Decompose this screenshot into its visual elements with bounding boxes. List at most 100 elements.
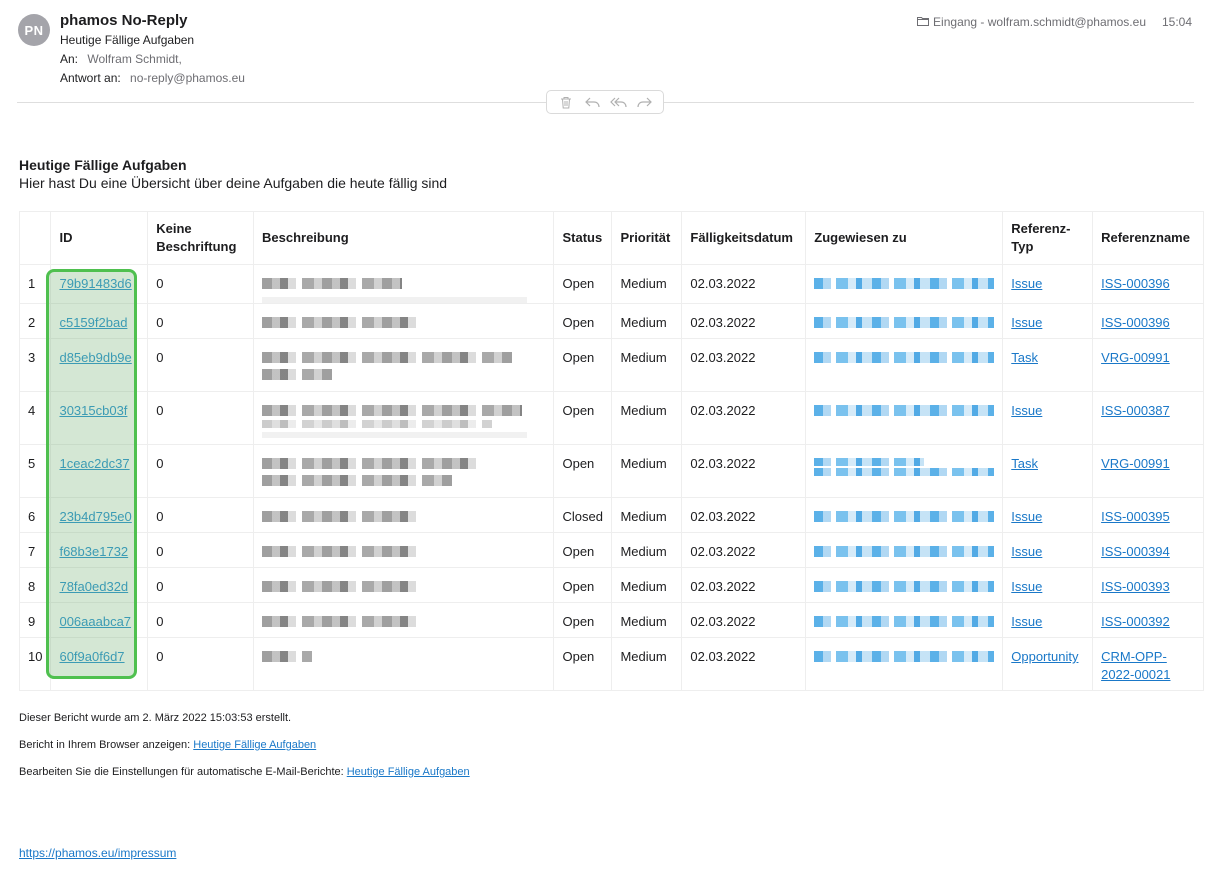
id-cell: 60f9a0f6d7 [50,637,149,691]
forward-icon[interactable] [634,93,654,111]
keine-beschriftung-cell: 0 [147,391,254,445]
faelligkeitsdatum-cell: 02.03.2022 [681,338,807,392]
status-cell: Open [553,637,613,691]
zugewiesen-cell [805,391,1004,445]
trash-icon[interactable] [556,93,576,111]
referenzname-link[interactable]: VRG-00991 [1101,456,1170,471]
message-subject: Heutige Fällige Aufgaben [60,33,195,47]
keine-beschriftung-cell: 0 [147,444,254,498]
keine-beschriftung-cell: 0 [147,637,254,691]
task-id-link[interactable]: 79b91483d6 [59,276,131,291]
task-id-link[interactable]: c5159f2bad [59,315,127,330]
table-row: 10 60f9a0f6d7 0 Open Medium 02.03.2022 O… [18,637,1204,691]
referenzname-link[interactable]: ISS-000396 [1101,315,1170,330]
redacted-assignee [814,352,995,363]
id-cell: f68b3e1732 [50,532,149,568]
settings-note: Bearbeiten Sie die Einstellungen für aut… [19,766,470,779]
redacted-description [262,317,422,328]
redacted-description [262,432,527,438]
prioritaet-cell: Medium [611,303,683,339]
referenz-typ-cell: Issue [1002,567,1094,603]
mailbox-label: Eingang - wolfram.schmidt@phamos.eu [933,15,1146,29]
prioritaet-cell: Medium [611,497,683,533]
referenzname-link[interactable]: VRG-00991 [1101,350,1170,365]
task-id-link[interactable]: 1ceac2dc37 [59,456,129,471]
id-cell: d85eb9db9e [50,338,149,392]
faelligkeitsdatum-cell: 02.03.2022 [681,264,807,304]
referenz-typ-link[interactable]: Task [1011,456,1038,471]
task-id-link[interactable]: 006aaabca7 [59,614,131,629]
task-id-link[interactable]: 78fa0ed32d [59,579,128,594]
id-cell: 1ceac2dc37 [50,444,149,498]
referenz-typ-link[interactable]: Issue [1011,614,1042,629]
task-id-link[interactable]: f68b3e1732 [59,544,128,559]
zugewiesen-cell [805,532,1004,568]
impressum: https://phamos.eu/impressum [19,846,176,860]
referenz-typ-link[interactable]: Issue [1011,509,1042,524]
redacted-assignee [814,616,995,627]
referenz-typ-link[interactable]: Opportunity [1011,649,1078,664]
row-number: 1 [18,264,52,304]
settings-report-link[interactable]: Heutige Fällige Aufgaben [347,766,470,778]
zugewiesen-cell [805,444,1004,498]
redacted-assignee [814,546,995,557]
to-recipient[interactable]: Wolfram Schmidt, [87,52,181,66]
referenzname-link[interactable]: ISS-000394 [1101,544,1170,559]
status-cell: Open [553,338,613,392]
header-beschreibung: Beschreibung [252,211,555,265]
reply-icon[interactable] [582,93,602,111]
referenz-typ-link[interactable]: Issue [1011,315,1042,330]
zugewiesen-cell [805,637,1004,691]
redacted-assignee [814,651,995,662]
prioritaet-cell: Medium [611,637,683,691]
header-keine-beschriftung: Keine Beschriftung [147,211,254,265]
prioritaet-cell: Medium [611,567,683,603]
redacted-assignee [814,317,995,328]
table-row: 1 79b91483d6 0 Open Medium 02.03.2022 Is… [18,264,1204,304]
referenz-typ-link[interactable]: Issue [1011,579,1042,594]
id-cell: c5159f2bad [50,303,149,339]
redacted-description [262,458,482,469]
referenz-typ-link[interactable]: Issue [1011,276,1042,291]
referenzname-cell: ISS-000394 [1092,532,1204,568]
referenzname-link[interactable]: ISS-000387 [1101,403,1170,418]
referenzname-link[interactable]: ISS-000393 [1101,579,1170,594]
referenzname-cell: VRG-00991 [1092,338,1204,392]
redacted-description [262,475,452,486]
referenz-typ-link[interactable]: Issue [1011,544,1042,559]
redacted-assignee [814,405,995,416]
reply-to-address[interactable]: no-reply@phamos.eu [130,71,245,85]
referenzname-link[interactable]: CRM-OPP-2022-00021 [1101,649,1170,682]
faelligkeitsdatum-cell: 02.03.2022 [681,497,807,533]
mailbox-indicator: Eingang - wolfram.schmidt@phamos.eu [917,15,1146,29]
task-id-link[interactable]: 30315cb03f [59,403,127,418]
beschreibung-cell [252,444,555,498]
referenz-typ-cell: Task [1002,338,1094,392]
browser-report-link[interactable]: Heutige Fällige Aufgaben [193,739,316,751]
task-id-link[interactable]: d85eb9db9e [59,350,131,365]
referenzname-link[interactable]: ISS-000392 [1101,614,1170,629]
reply-to-line: Antwort an: no-reply@phamos.eu [60,71,245,85]
avatar: PN [18,14,50,46]
referenzname-link[interactable]: ISS-000396 [1101,276,1170,291]
status-cell: Open [553,602,613,638]
beschreibung-cell [252,303,555,339]
reply-all-icon[interactable] [608,93,628,111]
impressum-link[interactable]: https://phamos.eu/impressum [19,846,176,860]
beschreibung-cell [252,497,555,533]
reply-to-label: Antwort an: [60,71,121,85]
faelligkeitsdatum-cell: 02.03.2022 [681,567,807,603]
referenzname-cell: VRG-00991 [1092,444,1204,498]
referenz-typ-cell: Issue [1002,264,1094,304]
redacted-assignee [814,511,995,522]
task-id-link[interactable]: 23b4d795e0 [59,509,131,524]
referenz-typ-link[interactable]: Issue [1011,403,1042,418]
referenzname-link[interactable]: ISS-000395 [1101,509,1170,524]
row-number: 2 [18,303,52,339]
zugewiesen-cell [805,303,1004,339]
task-id-link[interactable]: 60f9a0f6d7 [59,649,124,664]
referenz-typ-link[interactable]: Task [1011,350,1038,365]
report-intro: Hier hast Du eine Übersicht über deine A… [19,175,448,191]
keine-beschriftung-cell: 0 [147,602,254,638]
redacted-description [262,278,402,289]
